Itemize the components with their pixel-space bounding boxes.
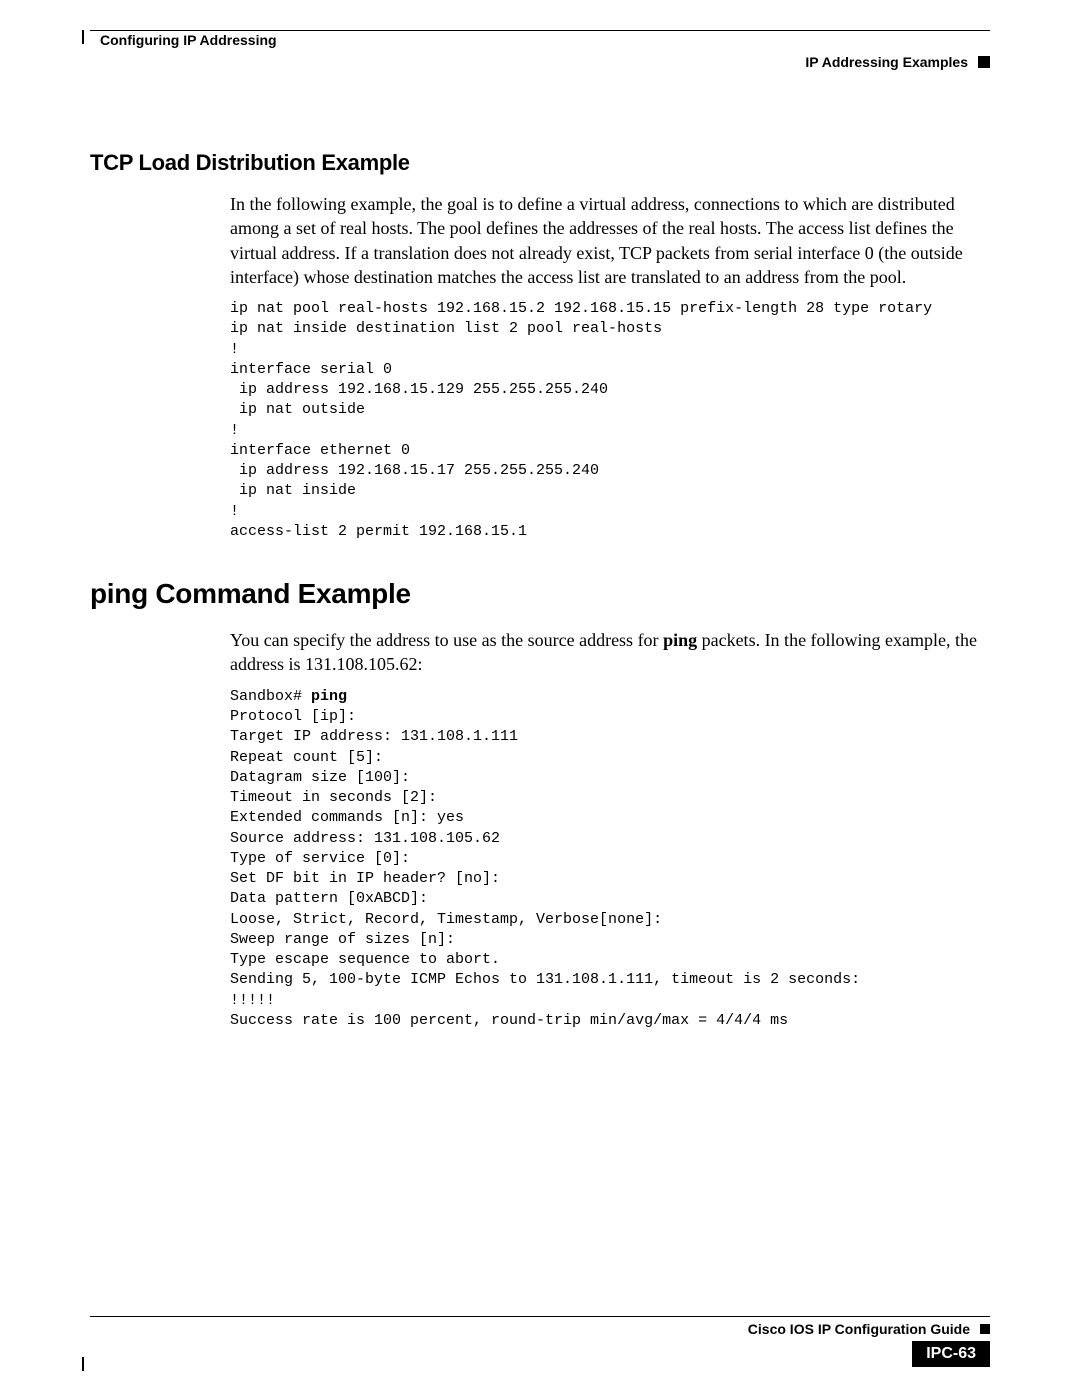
header-rule [90,30,990,31]
tcp-heading: TCP Load Distribution Example [90,150,990,176]
page-number-wrap: IPC-63 [90,1341,990,1367]
chapter-title: Configuring IP Addressing [100,32,277,48]
footer-square-icon [980,1324,990,1334]
section-title: IP Addressing Examples [805,54,968,70]
footer-guide-text: Cisco IOS IP Configuration Guide [748,1321,970,1337]
footer-guide-wrap: Cisco IOS IP Configuration Guide [90,1321,990,1337]
ping-para-before: You can specify the address to use as th… [230,630,663,650]
ping-command: ping [311,688,347,705]
ping-heading: ping Command Example [90,578,990,610]
ping-prompt: Sandbox# [230,688,311,705]
tcp-code-block: ip nat pool real-hosts 192.168.15.2 192.… [90,299,990,542]
page: Configuring IP Addressing IP Addressing … [0,0,1080,1397]
section-title-wrap: IP Addressing Examples [805,54,990,70]
ping-code-block: Sandbox# ping Protocol [ip]: Target IP a… [90,687,990,1031]
ping-output: Protocol [ip]: Target IP address: 131.10… [230,708,860,1029]
header-left-tick [82,30,84,44]
page-header: Configuring IP Addressing IP Addressing … [90,30,990,90]
ping-bold-word: ping [663,630,697,650]
footer-rule [90,1316,990,1317]
header-square-icon [978,56,990,68]
footer-left-tick [82,1357,84,1371]
page-footer: Cisco IOS IP Configuration Guide IPC-63 [90,1316,990,1367]
ping-paragraph: You can specify the address to use as th… [90,628,990,677]
page-number: IPC-63 [912,1341,990,1367]
content-area: TCP Load Distribution Example In the fol… [90,90,990,1031]
tcp-paragraph: In the following example, the goal is to… [90,192,990,289]
